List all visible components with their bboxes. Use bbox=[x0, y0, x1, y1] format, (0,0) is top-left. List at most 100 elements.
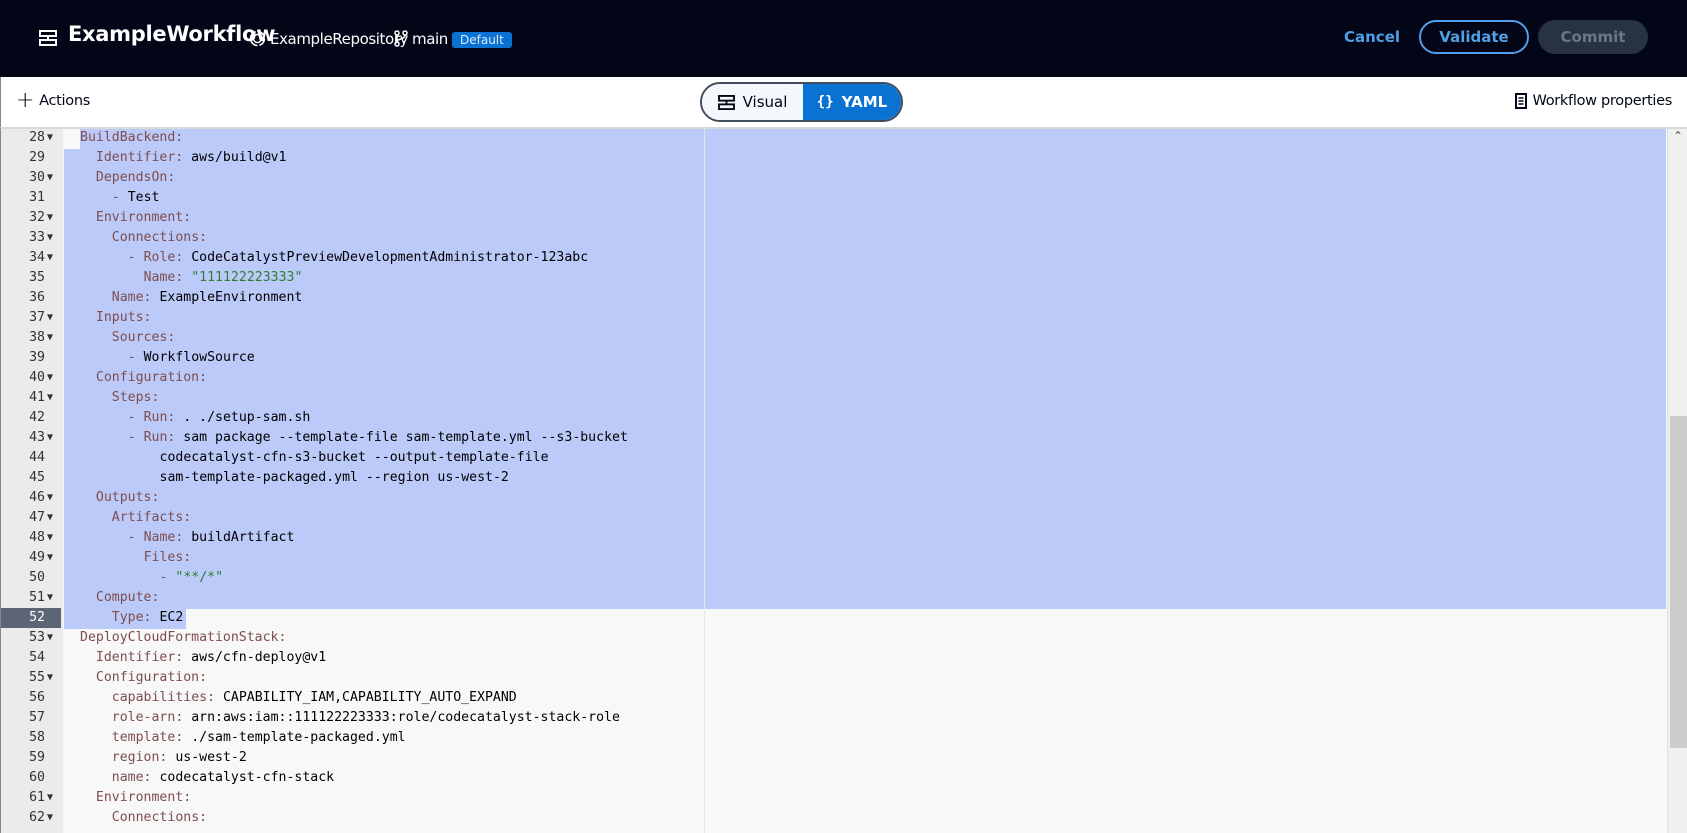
line-number: 35 bbox=[29, 270, 45, 285]
actions-button[interactable]: + Actions bbox=[16, 90, 90, 112]
yaml-key: - Run: bbox=[127, 430, 176, 445]
code-line[interactable]: 55 ▼ Configuration: bbox=[1, 668, 1666, 688]
yaml-key: Name: bbox=[111, 290, 152, 305]
code-line[interactable]: 40 ▼ Configuration: bbox=[1, 368, 1666, 388]
fold-toggle-icon[interactable]: ▼ bbox=[47, 588, 59, 608]
yaml-key: - Run: bbox=[127, 410, 176, 425]
repository-link[interactable]: ExampleRepository bbox=[270, 30, 408, 48]
code-line[interactable]: 31 - Test bbox=[1, 188, 1666, 208]
code-line[interactable]: 32 ▼ Environment: bbox=[1, 208, 1666, 228]
code-text: - Test bbox=[112, 188, 160, 208]
code-line[interactable]: 34 ▼ - Role: CodeCatalystPreviewDevelopmen… bbox=[1, 248, 1666, 268]
tab-yaml[interactable]: {} YAML bbox=[803, 84, 901, 120]
code-line[interactable]: 52 Type: EC2 bbox=[1, 608, 1666, 628]
code-line[interactable]: 49 ▼ Files: bbox=[1, 548, 1666, 568]
fold-toggle-icon[interactable]: ▼ bbox=[47, 428, 59, 448]
yaml-key: template: bbox=[111, 730, 184, 745]
code-line[interactable]: 41 ▼ Steps: bbox=[1, 388, 1666, 408]
fold-toggle-icon[interactable]: ▼ bbox=[47, 668, 59, 688]
document-icon bbox=[1514, 93, 1527, 109]
fold-toggle-icon[interactable]: ▼ bbox=[47, 328, 59, 348]
code-line[interactable]: 37 ▼ Inputs: bbox=[1, 308, 1666, 328]
branch-name[interactable]: main bbox=[412, 30, 448, 48]
tab-yaml-label: YAML bbox=[841, 93, 888, 111]
line-number: 45 bbox=[29, 470, 45, 485]
fold-toggle-icon[interactable]: ▼ bbox=[47, 788, 59, 808]
code-line[interactable]: 44 codecatalyst-cfn-s3-bucket --output-te… bbox=[1, 448, 1666, 468]
code-line[interactable]: 60 name: codecatalyst-cfn-stack bbox=[1, 768, 1666, 788]
fold-toggle-icon[interactable]: ▼ bbox=[47, 129, 59, 148]
vertical-scrollbar[interactable]: ⌃ bbox=[1667, 129, 1687, 833]
line-number: 43 bbox=[29, 430, 45, 445]
cancel-button[interactable]: Cancel bbox=[1344, 28, 1400, 46]
fold-toggle-icon[interactable]: ▼ bbox=[47, 168, 59, 188]
code-text: DependsOn: bbox=[96, 168, 175, 188]
code-text: - Run: . ./setup-sam.sh bbox=[128, 408, 311, 428]
scrollbar-thumb[interactable] bbox=[1670, 416, 1687, 748]
code-line[interactable]: 54 Identifier: aws/cfn-deploy@v1 bbox=[1, 648, 1666, 668]
fold-toggle-icon[interactable]: ▼ bbox=[47, 488, 59, 508]
fold-toggle-icon[interactable]: ▼ bbox=[47, 228, 59, 248]
line-number: 39 bbox=[29, 350, 45, 365]
code-line[interactable]: 28 ▼ BuildBackend: bbox=[1, 129, 1666, 148]
code-line[interactable]: 46 ▼ Outputs: bbox=[1, 488, 1666, 508]
tab-visual[interactable]: Visual bbox=[702, 84, 803, 120]
fold-toggle-icon[interactable]: ▼ bbox=[47, 628, 59, 648]
code-text: Identifier: aws/build@v1 bbox=[96, 148, 287, 168]
yaml-code-editor[interactable]: 28 ▼ BuildBackend: 29 Identifier: aws/build@… bbox=[0, 127, 1687, 833]
line-number: 56 bbox=[29, 690, 45, 705]
code-line[interactable]: 50 - "**/*" bbox=[1, 568, 1666, 588]
code-line[interactable]: 59 region: us-west-2 bbox=[1, 748, 1666, 768]
code-line[interactable]: 53 ▼ DeployCloudFormationStack: bbox=[1, 628, 1666, 648]
code-line[interactable]: 38 ▼ Sources: bbox=[1, 328, 1666, 348]
code-line[interactable]: 47 ▼ Artifacts: bbox=[1, 508, 1666, 528]
yaml-value: sam-template-packaged.yml --region us-we… bbox=[159, 470, 509, 485]
repository-icon bbox=[249, 30, 266, 47]
code-text: Name: ExampleEnvironment bbox=[112, 288, 303, 308]
code-text: capabilities: CAPABILITY_IAM,CAPABILITY_… bbox=[112, 688, 517, 708]
code-line[interactable]: 43 ▼ - Run: sam package --template-file sa… bbox=[1, 428, 1666, 448]
code-line[interactable]: 51 ▼ Compute: bbox=[1, 588, 1666, 608]
fold-toggle-icon[interactable]: ▼ bbox=[47, 388, 59, 408]
fold-toggle-icon[interactable]: ▼ bbox=[47, 368, 59, 388]
fold-toggle-icon[interactable]: ▼ bbox=[47, 208, 59, 228]
code-line[interactable]: 45 sam-template-packaged.yml --region us-… bbox=[1, 468, 1666, 488]
code-text: - Role: CodeCatalystPreviewDevelopmentAd… bbox=[128, 248, 589, 268]
code-line[interactable]: 57 role-arn: arn:aws:iam::111122223333:ro… bbox=[1, 708, 1666, 728]
code-line[interactable]: 58 template: ./sam-template-packaged.yml bbox=[1, 728, 1666, 748]
validate-button[interactable]: Validate bbox=[1419, 20, 1529, 54]
workflow-properties-label: Workflow properties bbox=[1532, 93, 1673, 109]
fold-toggle-icon[interactable]: ▼ bbox=[47, 248, 59, 268]
yaml-value: . ./setup-sam.sh bbox=[175, 410, 311, 425]
code-line[interactable]: 36 Name: ExampleEnvironment bbox=[1, 288, 1666, 308]
fold-toggle-icon[interactable]: ▼ bbox=[47, 528, 59, 548]
fold-toggle-icon[interactable]: ▼ bbox=[47, 808, 59, 828]
scroll-up-icon[interactable]: ⌃ bbox=[1671, 129, 1685, 145]
line-number: 51 bbox=[29, 590, 45, 605]
code-line[interactable]: 42 - Run: . ./setup-sam.sh bbox=[1, 408, 1666, 428]
code-line[interactable]: 33 ▼ Connections: bbox=[1, 228, 1666, 248]
yaml-key: capabilities: bbox=[111, 690, 216, 705]
code-line[interactable]: 61 ▼ Environment: bbox=[1, 788, 1666, 808]
fold-toggle-icon[interactable]: ▼ bbox=[47, 508, 59, 528]
yaml-value: EC2 bbox=[151, 610, 184, 625]
code-line[interactable]: 30 ▼ DependsOn: bbox=[1, 168, 1666, 188]
yaml-value: buildArtifact bbox=[183, 530, 295, 545]
code-line[interactable]: 62 ▼ Connections: bbox=[1, 808, 1666, 828]
line-number: 55 bbox=[29, 670, 45, 685]
yaml-value: "**/*" bbox=[175, 570, 224, 585]
workflow-properties-button[interactable]: Workflow properties bbox=[1514, 93, 1673, 109]
code-line[interactable]: 39 - WorkflowSource bbox=[1, 348, 1666, 368]
code-line[interactable]: 29 Identifier: aws/build@v1 bbox=[1, 148, 1666, 168]
fold-toggle-icon[interactable]: ▼ bbox=[47, 548, 59, 568]
yaml-key: Identifier: bbox=[95, 650, 184, 665]
workflow-icon bbox=[717, 94, 735, 110]
tab-visual-label: Visual bbox=[742, 93, 788, 111]
line-number: 62 bbox=[29, 810, 45, 825]
code-line[interactable]: 48 ▼ - Name: buildArtifact bbox=[1, 528, 1666, 548]
code-line[interactable]: 35 Name: "111122223333" bbox=[1, 268, 1666, 288]
code-text: Connections: bbox=[112, 228, 207, 248]
commit-button[interactable]: Commit bbox=[1538, 20, 1648, 54]
code-line[interactable]: 56 capabilities: CAPABILITY_IAM,CAPABILIT… bbox=[1, 688, 1666, 708]
fold-toggle-icon[interactable]: ▼ bbox=[47, 308, 59, 328]
